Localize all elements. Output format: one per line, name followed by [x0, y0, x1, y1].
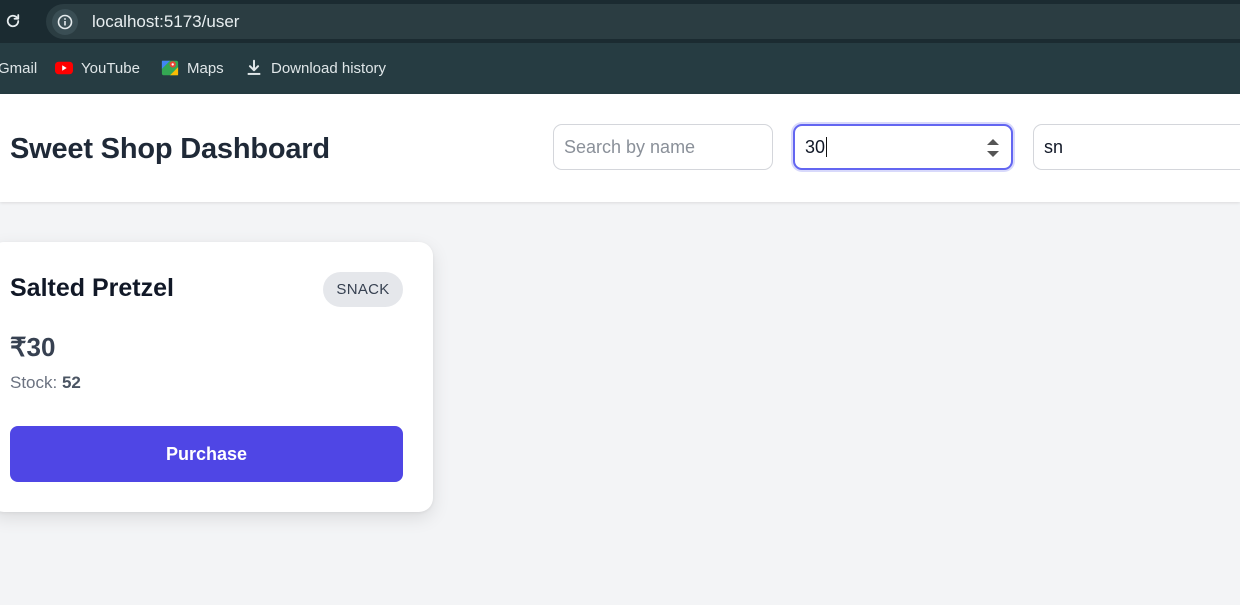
product-price: ₹30	[10, 332, 56, 362]
price-filter-value: 30	[805, 136, 826, 157]
category-badge: SNACK	[323, 272, 403, 307]
product-stock: Stock: 52	[10, 372, 81, 394]
stock-value: 52	[61, 373, 81, 392]
product-name: Salted Pretzel	[10, 274, 174, 302]
maps-icon	[161, 60, 179, 76]
youtube-icon	[55, 61, 73, 75]
bookmark-label: Maps	[187, 59, 224, 77]
app-header: Sweet Shop Dashboard 30 sn	[0, 94, 1240, 202]
browser-address-bar: localhost:5173/user	[0, 0, 1240, 43]
bookmark-download-history[interactable]: Download history	[245, 58, 386, 78]
page-title: Sweet Shop Dashboard	[10, 133, 330, 165]
site-info-icon[interactable]	[52, 9, 78, 35]
category-filter-value: sn	[1044, 136, 1064, 157]
bookmark-maps[interactable]: Maps	[161, 58, 224, 78]
bookmark-label: Gmail	[0, 59, 38, 77]
text-caret	[826, 137, 828, 157]
number-spinner-icon[interactable]	[985, 136, 1001, 160]
bookmark-label: YouTube	[81, 59, 140, 77]
stock-label: Stock:	[10, 373, 62, 392]
category-filter-input[interactable]: sn	[1033, 124, 1240, 170]
bookmark-label: Download history	[271, 59, 387, 77]
reload-icon[interactable]	[4, 12, 22, 30]
search-input[interactable]	[553, 124, 773, 170]
purchase-button[interactable]: Purchase	[10, 426, 403, 482]
price-filter-input[interactable]: 30	[793, 124, 1013, 170]
bookmarks-bar: Gmail YouTube Maps Download history	[0, 43, 1240, 94]
bookmark-youtube[interactable]: YouTube	[55, 58, 140, 78]
url-text[interactable]: localhost:5173/user	[92, 12, 239, 32]
product-card: Salted Pretzel SNACK ₹30 Stock: 52 Purch…	[0, 242, 433, 512]
bookmark-gmail[interactable]: Gmail	[0, 58, 37, 78]
download-icon	[247, 59, 261, 75]
